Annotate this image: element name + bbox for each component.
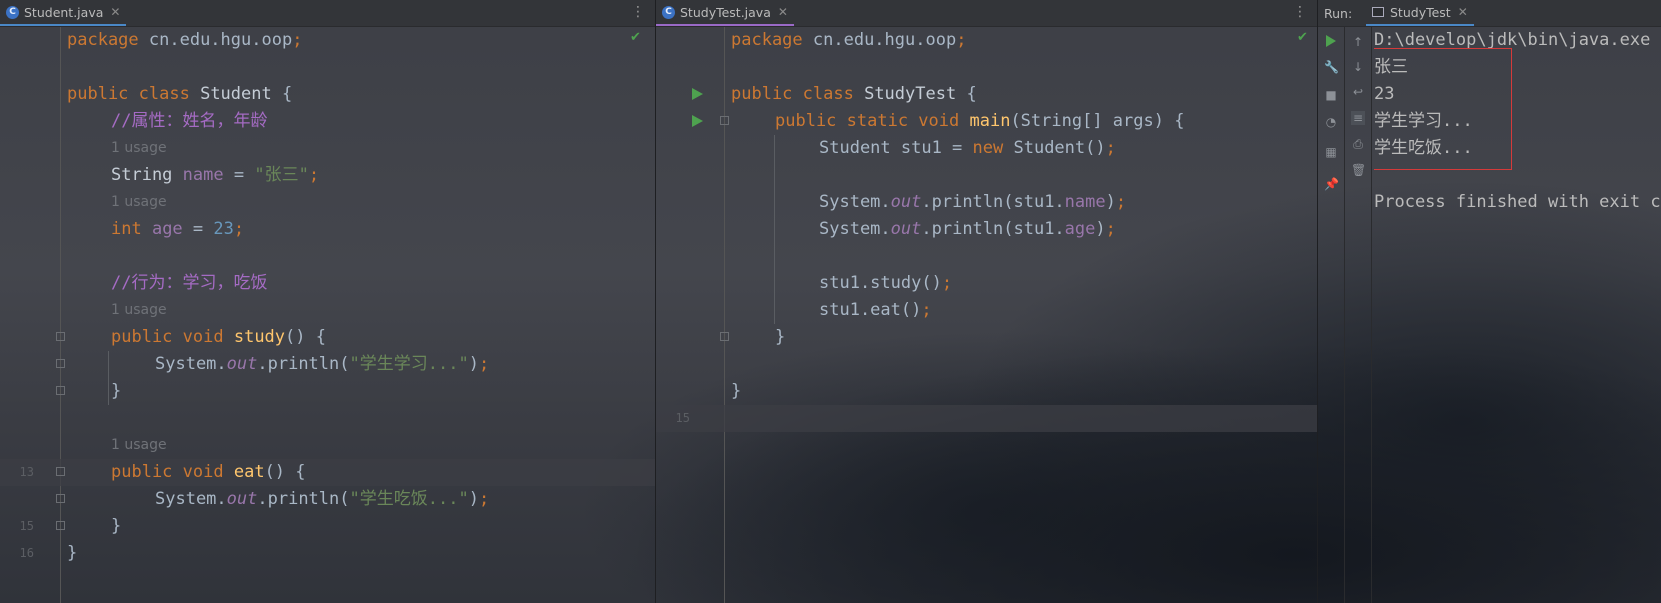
- current-line-highlight: [0, 459, 655, 486]
- code-line: }: [111, 381, 122, 401]
- code-comment: //属性：姓名，年龄: [111, 111, 268, 131]
- tab-label: StudyTest.java: [680, 4, 771, 20]
- close-icon[interactable]: ✕: [1458, 5, 1468, 19]
- wrench-icon[interactable]: 🔧: [1324, 60, 1339, 74]
- usage-hint[interactable]: 1 usage: [111, 135, 167, 162]
- java-class-icon: C: [662, 5, 675, 19]
- fold-marker[interactable]: [56, 359, 65, 368]
- tab-studytest-java[interactable]: C StudyTest.java ✕: [656, 0, 794, 26]
- gutter-divider: [724, 27, 725, 603]
- code-editor[interactable]: ✔ 15 package cn.edu.hgu.oop; public clas…: [656, 27, 1317, 603]
- line-number: 16: [19, 546, 34, 560]
- close-icon[interactable]: ✕: [110, 5, 120, 19]
- code-line: String name = "张三";: [111, 165, 320, 185]
- check-icon: ✔: [1297, 30, 1308, 45]
- code-line: }: [731, 381, 742, 401]
- code-line: System.out.println("学生吃饭...");: [155, 489, 490, 509]
- fold-marker[interactable]: [56, 521, 65, 530]
- pin-icon[interactable]: 📌: [1324, 177, 1339, 191]
- run-toolbar-left: 🔧 ■ ◔ ▦ 📌: [1318, 27, 1345, 603]
- tab-label: Student.java: [24, 4, 104, 20]
- scroll-to-end-icon[interactable]: ≡: [1351, 111, 1365, 125]
- code-line: System.out.println("学生学习...");: [155, 354, 490, 374]
- fold-marker[interactable]: [720, 332, 729, 341]
- fold-marker[interactable]: [56, 494, 65, 503]
- studytest-tab-bar: C StudyTest.java ✕ ⋮: [656, 0, 1317, 27]
- usage-hint[interactable]: 1 usage: [111, 432, 167, 459]
- run-label: Run:: [1324, 6, 1353, 21]
- student-editor-pane: C Student.java ✕ ⋮ ✔ 13 15 16 package cn…: [0, 0, 655, 603]
- code-line: public class Student {: [67, 84, 293, 104]
- code-line: public void study() {: [111, 327, 326, 347]
- fold-marker[interactable]: [56, 332, 65, 341]
- more-options-icon[interactable]: ⋮: [631, 4, 645, 20]
- code-line: System.out.println(stu1.name);: [819, 192, 1127, 212]
- gutter-divider: [60, 27, 61, 603]
- code-line: System.out.println(stu1.age);: [819, 219, 1116, 239]
- code-line: public class StudyTest {: [731, 84, 977, 104]
- fold-marker[interactable]: [56, 467, 65, 476]
- layout-icon[interactable]: ▦: [1324, 145, 1338, 159]
- usage-hint[interactable]: 1 usage: [111, 297, 167, 324]
- code-line: }: [67, 543, 78, 563]
- fold-marker[interactable]: [56, 386, 65, 395]
- student-tab-bar: C Student.java ✕ ⋮: [0, 0, 655, 27]
- fold-marker[interactable]: [720, 116, 729, 125]
- soft-wrap-icon[interactable]: ↩: [1351, 85, 1365, 99]
- console-icon: [1372, 7, 1384, 17]
- code-line: package cn.edu.hgu.oop;: [67, 30, 303, 50]
- run-tab-label: StudyTest: [1390, 4, 1451, 20]
- output-highlight-box: [1374, 48, 1512, 170]
- more-options-icon[interactable]: ⋮: [1293, 4, 1307, 20]
- current-line-highlight: [656, 405, 1317, 432]
- tab-run-studytest[interactable]: StudyTest ✕: [1366, 0, 1474, 26]
- run-header: Run: StudyTest ✕: [1318, 0, 1661, 27]
- code-line: }: [111, 516, 122, 536]
- code-line: Student stu1 = new Student();: [819, 138, 1116, 158]
- stop-icon[interactable]: ■: [1324, 88, 1338, 102]
- code-editor[interactable]: ✔ 13 15 16 package cn.edu.hgu.oop; publi…: [0, 27, 655, 603]
- run-tool-window: Run: StudyTest ✕ 🔧 ■ ◔ ▦ 📌 ↑ ↓ ↩ ≡ ⎙ 🗑 D…: [1318, 0, 1661, 603]
- camera-icon[interactable]: ◔: [1324, 115, 1338, 129]
- code-line: }: [775, 327, 786, 347]
- tab-student-java[interactable]: C Student.java ✕: [0, 0, 127, 26]
- line-number: 15: [19, 519, 34, 533]
- console-output[interactable]: D:\develop\jdk\bin\java.exe 张三 23 学生学习..…: [1374, 27, 1661, 603]
- studytest-editor-pane: C StudyTest.java ✕ ⋮ ✔ 15 package cn.edu…: [656, 0, 1317, 603]
- close-icon[interactable]: ✕: [778, 5, 788, 19]
- print-icon[interactable]: ⎙: [1351, 137, 1365, 151]
- code-line: stu1.study();: [819, 273, 953, 293]
- console-exit-message: Process finished with exit code 0: [1374, 192, 1661, 212]
- line-number: 15: [675, 411, 690, 425]
- code-line: public static void main(String[] args) {: [775, 111, 1185, 131]
- run-toolbar-right: ↑ ↓ ↩ ≡ ⎙ 🗑: [1345, 27, 1372, 603]
- rerun-icon[interactable]: [1326, 35, 1336, 47]
- code-comment: //行为：学习，吃饭: [111, 273, 268, 293]
- code-line: package cn.edu.hgu.oop;: [731, 30, 967, 50]
- check-icon: ✔: [630, 30, 641, 45]
- arrow-up-icon[interactable]: ↑: [1351, 35, 1365, 49]
- usage-hint[interactable]: 1 usage: [111, 189, 167, 216]
- line-number: 13: [19, 465, 34, 479]
- code-line: int age = 23;: [111, 219, 245, 239]
- run-main-icon[interactable]: [692, 115, 703, 127]
- run-class-icon[interactable]: [692, 88, 703, 100]
- trash-icon[interactable]: 🗑: [1351, 163, 1366, 177]
- indent-guide: [108, 351, 109, 405]
- java-class-icon: C: [6, 5, 19, 19]
- arrow-down-icon[interactable]: ↓: [1351, 60, 1365, 74]
- code-line: public void eat() {: [111, 462, 306, 482]
- indent-guide: [774, 135, 775, 324]
- code-line: stu1.eat();: [819, 300, 932, 320]
